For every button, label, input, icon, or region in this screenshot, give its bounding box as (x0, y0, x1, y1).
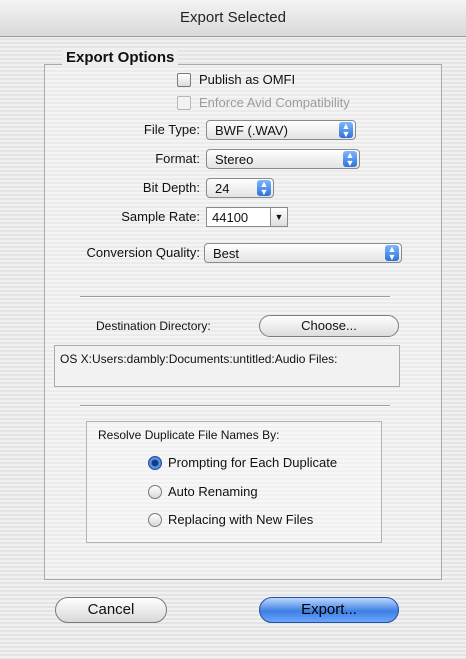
window-titlebar: Export Selected (0, 0, 466, 37)
divider (80, 405, 390, 407)
file-type-popup[interactable]: BWF (.WAV) ▲ ▼ (206, 120, 356, 140)
up-down-arrows-icon: ▲ ▼ (257, 180, 271, 197)
radio-label: Auto Renaming (168, 484, 258, 499)
publish-omfi-label: Publish as OMFI (199, 72, 296, 87)
window-title: Export Selected (180, 9, 286, 26)
conversion-quality-label: Conversion Quality: (86, 245, 200, 260)
enforce-avid-label: Enforce Avid Compatibility (199, 95, 350, 110)
format-label: Format: (155, 151, 200, 166)
bit-depth-value: 24 (215, 180, 230, 196)
radio-auto-renaming[interactable]: Auto Renaming (148, 484, 258, 499)
file-type-label: File Type: (143, 122, 200, 137)
enforce-avid-checkbox (177, 95, 191, 110)
conversion-quality-popup[interactable]: Best ▲ ▼ (204, 243, 402, 263)
radio-prompting[interactable]: Prompting for Each Duplicate (148, 455, 337, 470)
radio-label: Replacing with New Files (168, 512, 314, 527)
radio-button[interactable] (148, 512, 162, 527)
file-type-value: BWF (.WAV) (215, 122, 288, 138)
publish-omfi-checkbox[interactable] (177, 72, 191, 87)
publish-omfi-checkbox-row[interactable]: Publish as OMFI (177, 72, 295, 87)
up-down-arrows-icon: ▲ ▼ (339, 122, 353, 139)
radio-button[interactable] (148, 484, 162, 499)
chevron-down-icon[interactable]: ▼ (270, 208, 287, 226)
export-button[interactable]: Export... (259, 597, 399, 623)
radio-button-selected[interactable] (148, 455, 162, 470)
up-down-arrows-icon: ▲ ▼ (385, 245, 399, 262)
bit-depth-popup[interactable]: 24 ▲ ▼ (206, 178, 274, 198)
up-down-arrows-icon: ▲ ▼ (343, 151, 357, 168)
resolve-title: Resolve Duplicate File Names By: (98, 428, 280, 442)
divider (80, 296, 390, 298)
enforce-avid-checkbox-row: Enforce Avid Compatibility (177, 95, 350, 110)
choose-button[interactable]: Choose... (259, 315, 399, 337)
sample-rate-combo[interactable]: 44100 ▼ (206, 207, 288, 227)
bit-depth-label: Bit Depth: (142, 180, 200, 195)
sample-rate-label: Sample Rate: (121, 209, 200, 224)
format-value: Stereo (215, 151, 254, 167)
radio-label: Prompting for Each Duplicate (168, 455, 338, 470)
destination-label: Destination Directory: (96, 319, 211, 333)
conversion-quality-value: Best (213, 245, 240, 261)
cancel-button[interactable]: Cancel (55, 597, 167, 623)
export-options-title: Export Options (62, 49, 179, 66)
format-popup[interactable]: Stereo ▲ ▼ (206, 149, 360, 169)
sample-rate-value: 44100 (212, 209, 249, 225)
radio-replacing[interactable]: Replacing with New Files (148, 512, 313, 527)
destination-path: OS X:Users:dambly:Documents:untitled:Aud… (54, 345, 400, 387)
